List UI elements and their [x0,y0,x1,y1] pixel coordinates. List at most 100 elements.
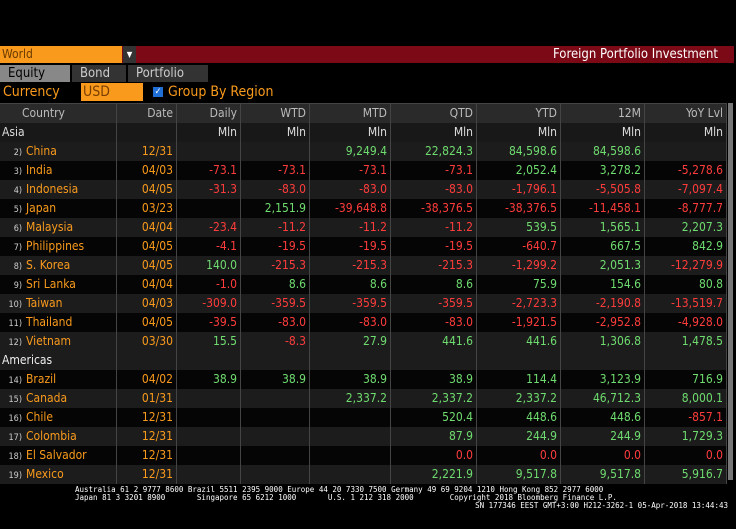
date-cell: 03/23 [117,199,177,218]
value-cell-daily [177,465,241,484]
column-header-wtd[interactable]: WTD [241,104,310,123]
tab-equity[interactable]: Equity [0,65,70,82]
country-name[interactable]: Colombia [26,429,77,443]
unit-label: Mln [477,123,561,142]
date-cell: 04/03 [117,294,177,313]
region-row[interactable]: Americas [0,351,727,370]
value-cell-ytd: -2,723.3 [477,294,561,313]
value-cell-ytd: 84,598.6 [477,142,561,161]
country-cell: 18) El Salvador [0,446,117,465]
value-cell-ytd: 448.6 [477,408,561,427]
footer: Australia 61 2 9777 8600 Brazil 5511 239… [0,486,736,510]
value-cell-daily: -73.1 [177,161,241,180]
table-row[interactable]: 9) Sri Lanka 04/04 -1.0 8.6 8.6 8.6 75.9 154.6 80… [0,275,727,294]
table-row[interactable]: 14) Brazil 04/02 38.9 38.9 38.9 38.9 114.4 3,123… [0,370,727,389]
column-header-date[interactable]: Date [117,104,177,123]
column-header-12m[interactable]: 12M [561,104,645,123]
value-cell-ytd: -640.7 [477,237,561,256]
table-row[interactable]: 7) Philippines 04/05 -4.1 -19.5 -19.5 -19.5 -64… [0,237,727,256]
country-name[interactable]: Taiwan [26,296,63,310]
country-name[interactable]: Chile [26,410,53,424]
value-cell-yoy-lvl: 5,916.7 [645,465,727,484]
country-name[interactable]: Thailand [26,315,72,329]
country-cell: 2) China [0,142,117,161]
currency-field[interactable]: USD [81,83,143,101]
value-cell-mtd [310,465,391,484]
table-row[interactable]: 10) Taiwan 04/03 -309.0 -359.5 -359.5 -359.5 -2… [0,294,727,313]
table-row[interactable]: 15) Canada 01/31 2,337.2 2,337.2 2,337.2 46,71… [0,389,727,408]
value-cell-qtd: -83.0 [391,313,477,332]
value-cell-qtd: 441.6 [391,332,477,351]
country-cell: 14) Brazil [0,370,117,389]
value-cell-qtd: 2,221.9 [391,465,477,484]
country-cell: 7) Philippines [0,237,117,256]
scrollbar[interactable] [728,103,733,480]
value-cell-daily: 15.5 [177,332,241,351]
country-name[interactable]: Japan [26,201,56,215]
column-header-yoy-lvl[interactable]: YoY Lvl [645,104,727,123]
country-name[interactable]: Malaysia [26,220,73,234]
table-row[interactable]: 16) Chile 12/31 520.4 448.6 448.6 -857.1 [0,408,727,427]
value-cell-12m: 1,565.1 [561,218,645,237]
value-cell-wtd [241,408,310,427]
value-cell-mtd: 9,249.4 [310,142,391,161]
table-row[interactable]: 4) Indonesia 04/05 -31.3 -83.0 -83.0 -83.0 -1,7… [0,180,727,199]
value-cell-daily: -31.3 [177,180,241,199]
country-cell: 5) Japan [0,199,117,218]
value-cell-ytd: 539.5 [477,218,561,237]
column-header-mtd[interactable]: MTD [310,104,391,123]
row-number: 19) [8,471,22,481]
table-row[interactable]: 6) Malaysia 04/04 -23.4 -11.2 -11.2 -11.2 539.5… [0,218,727,237]
country-name[interactable]: Sri Lanka [26,277,76,291]
country-name[interactable]: Vietnam [26,334,71,348]
table-row[interactable]: 19) Mexico 12/31 2,221.9 9,517.8 9,517.8 5,916… [0,465,727,484]
country-name[interactable]: India [26,163,53,177]
region-selector[interactable]: World [0,46,122,63]
value-cell-12m: 1,306.8 [561,332,645,351]
unit-label: Mln [177,123,241,142]
group-by-region-checkbox[interactable]: ✓ [153,87,163,97]
table-row[interactable]: 2) China 12/31 9,249.4 22,824.3 84,598.6 84,59… [0,142,727,161]
table-row[interactable]: 18) El Salvador 12/31 0.0 0.0 0.0 0.0 [0,446,727,465]
value-cell-qtd: 0.0 [391,446,477,465]
region-row[interactable]: Asia Mln Mln Mln Mln Mln Mln Mln [0,123,727,142]
country-name[interactable]: Philippines [26,239,84,253]
country-name[interactable]: China [26,144,57,158]
country-name[interactable]: Indonesia [26,182,78,196]
column-header-country[interactable]: Country [0,104,117,123]
country-name[interactable]: El Salvador [26,448,87,462]
table-row[interactable]: 17) Colombia 12/31 87.9 244.9 244.9 1,729.3 [0,427,727,446]
unit-label: Mln [561,123,645,142]
value-cell-12m: -11,458.1 [561,199,645,218]
value-cell-wtd: -73.1 [241,161,310,180]
value-cell-yoy-lvl [645,142,727,161]
value-cell-wtd [241,142,310,161]
table-row[interactable]: 3) India 04/03 -73.1 -73.1 -73.1 -73.1 2,052.4 3… [0,161,727,180]
table-row[interactable]: 8) S. Korea 04/05 140.0 -215.3 -215.3 -215.3 -1… [0,256,727,275]
tab-portfolio[interactable]: Portfolio [128,65,208,82]
column-header-daily[interactable]: Daily [177,104,241,123]
value-cell-yoy-lvl: -13,519.7 [645,294,727,313]
country-name[interactable]: S. Korea [26,258,70,272]
value-cell-daily [177,408,241,427]
country-name[interactable]: Brazil [26,372,56,386]
dropdown-arrow-icon[interactable]: ▼ [123,46,136,63]
value-cell-12m: 3,123.9 [561,370,645,389]
unit-label [241,351,310,370]
value-cell-yoy-lvl: -5,278.6 [645,161,727,180]
value-cell-12m: 448.6 [561,408,645,427]
value-cell-wtd: 38.9 [241,370,310,389]
country-name[interactable]: Canada [26,391,67,405]
value-cell-mtd [310,427,391,446]
table-row[interactable]: 12) Vietnam 03/30 15.5 -8.3 27.9 441.6 441.6 1,3… [0,332,727,351]
country-name[interactable]: Mexico [26,467,64,481]
column-header-ytd[interactable]: YTD [477,104,561,123]
value-cell-qtd: -11.2 [391,218,477,237]
table-row[interactable]: 11) Thailand 04/05 -39.5 -83.0 -83.0 -83.0 -1,9… [0,313,727,332]
value-cell-mtd: -11.2 [310,218,391,237]
value-cell-12m: 2,051.3 [561,256,645,275]
table-row[interactable]: 5) Japan 03/23 2,151.9 -39,648.8 -38,376.5 -38… [0,199,727,218]
tab-bond[interactable]: Bond [72,65,126,82]
column-header-qtd[interactable]: QTD [391,104,477,123]
value-cell-yoy-lvl: 8,000.1 [645,389,727,408]
